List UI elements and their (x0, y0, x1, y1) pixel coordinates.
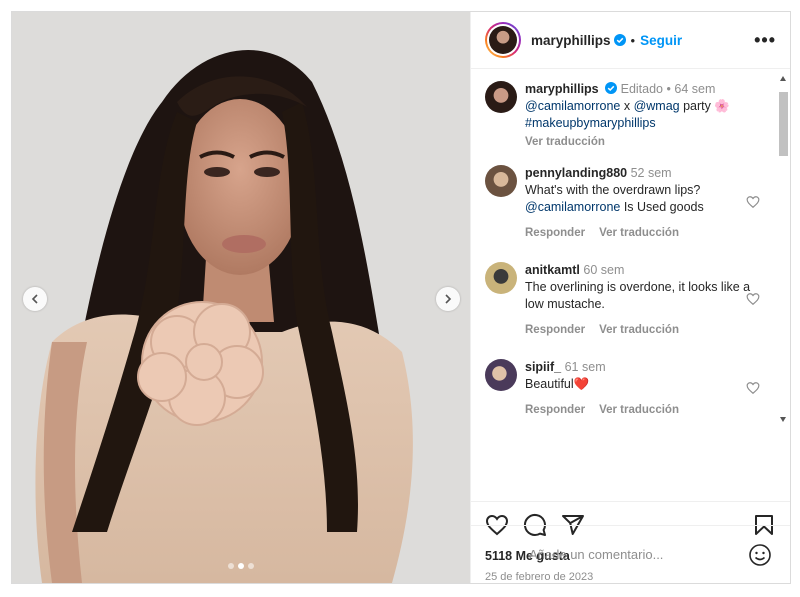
post-side-panel: maryphillips • Seguir ••• maryphillips E… (470, 12, 790, 583)
author-avatar[interactable] (485, 22, 521, 58)
scrollbar-thumb[interactable] (779, 92, 788, 156)
next-photo-button[interactable] (436, 287, 460, 311)
comment-input[interactable]: Añade un comentario... (529, 547, 663, 562)
commenter-avatar[interactable] (485, 262, 517, 294)
caption-text: x (620, 99, 634, 113)
post-caption: maryphillips Editado • 64 sem @camilamor… (485, 81, 765, 151)
previous-photo-button[interactable] (23, 287, 47, 311)
mention-link[interactable]: @camilamorrone (525, 200, 620, 214)
author-avatar-small[interactable] (485, 81, 517, 113)
reply-button[interactable]: Responder (525, 324, 585, 336)
scroll-up-icon[interactable] (780, 76, 786, 81)
caption-time: 64 sem (674, 82, 716, 96)
see-translation-link[interactable]: Ver traducción (525, 134, 730, 151)
scrollbar[interactable] (779, 74, 788, 424)
separator-dot: • (666, 82, 671, 96)
carousel-dot-active (238, 563, 244, 569)
commenter-avatar[interactable] (485, 165, 517, 197)
see-translation-link[interactable]: Ver traducción (599, 404, 679, 416)
mention-link[interactable]: @camilamorrone (525, 99, 620, 113)
comments-scroll[interactable]: maryphillips Editado • 64 sem @camilamor… (471, 69, 790, 501)
post-dialog: maryphillips • Seguir ••• maryphillips E… (11, 11, 791, 584)
flower-emoji: 🌸 (714, 99, 730, 113)
comment-item: pennylanding880 52 sem What's with the o… (485, 165, 765, 242)
carousel-indicator (12, 563, 470, 569)
comment-time: 61 sem (564, 360, 606, 374)
follow-button[interactable]: Seguir (640, 33, 682, 48)
comment-text: What's with the overdrawn lips? (525, 183, 701, 197)
reply-button[interactable]: Responder (525, 227, 585, 239)
commenter-avatar[interactable] (485, 359, 517, 391)
carousel-dot (228, 563, 234, 569)
hashtag-link[interactable]: #makeupbymaryphillips (525, 116, 656, 130)
reply-button[interactable]: Responder (525, 404, 585, 416)
comment-time: 52 sem (630, 166, 672, 180)
carousel-dot (248, 563, 254, 569)
comment-text: Beautiful (525, 377, 574, 391)
see-translation-link[interactable]: Ver traducción (599, 324, 679, 336)
verified-icon (613, 34, 626, 46)
caption-text: party (679, 99, 715, 113)
emoji-icon[interactable] (748, 543, 772, 567)
add-comment-bar: Añade un comentario... (471, 525, 790, 583)
more-icon[interactable]: ••• (754, 30, 776, 51)
commenter-username[interactable]: sipiif_ (525, 360, 561, 374)
like-comment-icon[interactable] (746, 292, 760, 306)
caption-username[interactable]: maryphillips (525, 82, 599, 96)
like-comment-icon[interactable] (746, 381, 760, 395)
commenter-username[interactable]: pennylanding880 (525, 166, 627, 180)
commenter-username[interactable]: anitkamtl (525, 263, 580, 277)
comment-text: Is Used goods (620, 200, 704, 214)
verified-icon (605, 82, 618, 94)
author-username[interactable]: maryphillips (531, 33, 611, 48)
comment-time: 60 sem (583, 263, 625, 277)
portrait-image (12, 12, 470, 583)
chevron-right-icon (445, 294, 452, 304)
like-comment-icon[interactable] (746, 195, 760, 209)
separator-dot: • (630, 32, 636, 48)
mention-link[interactable]: @wmag (634, 99, 680, 113)
comment-item: sipiif_ 61 sem Beautiful❤️ Responder Ver … (485, 359, 765, 419)
post-photo (12, 12, 470, 583)
post-header: maryphillips • Seguir ••• (471, 12, 790, 69)
heart-emoji: ❤️ (573, 377, 590, 391)
comment-item: anitkamtl 60 sem The overlining is overd… (485, 262, 765, 339)
edited-label: Editado (620, 82, 664, 96)
see-translation-link[interactable]: Ver traducción (599, 227, 679, 239)
scroll-down-icon[interactable] (780, 417, 786, 422)
comment-text: The overlining is overdone, it looks lik… (525, 280, 751, 311)
chevron-left-icon (31, 294, 38, 304)
